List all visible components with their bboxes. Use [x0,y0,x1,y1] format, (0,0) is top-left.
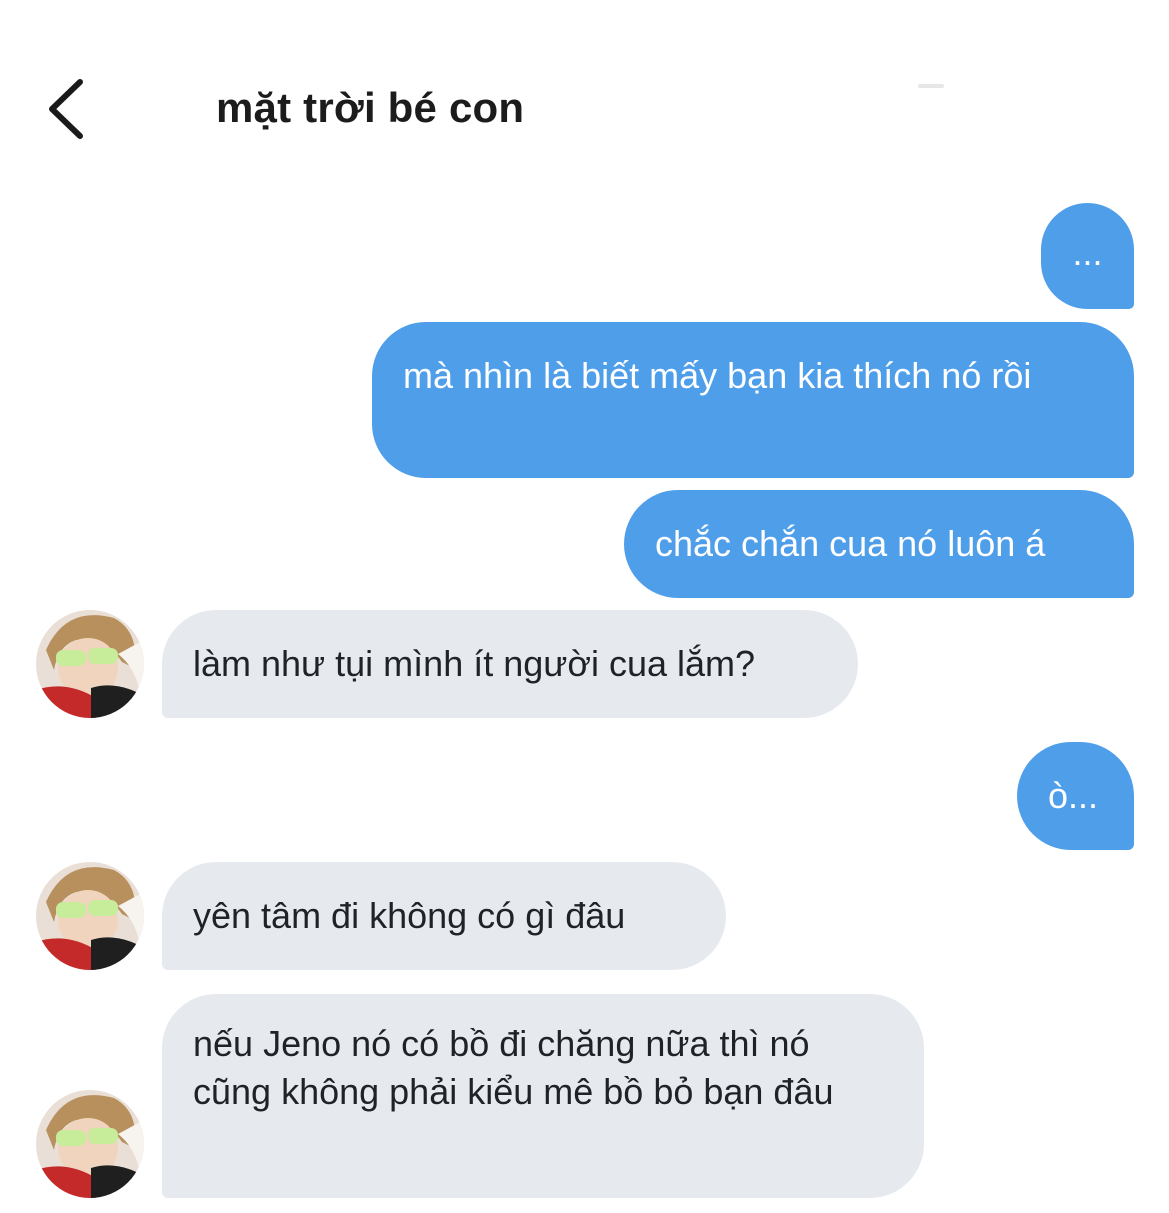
avatar-photo [36,610,144,718]
message-bubble-sent[interactable]: chắc chắn cua nó luôn á [624,490,1134,598]
avatar-photo [36,862,144,970]
conversation-title[interactable]: mặt trời bé con [216,84,524,132]
contact-avatar[interactable] [36,862,144,970]
message-bubble-sent[interactable]: mà nhìn là biết mấy bạn kia thích nó rồi [372,322,1134,478]
chat-header: mặt trời bé con [0,0,1169,180]
message-bubble-received[interactable]: yên tâm đi không có gì đâu [162,862,726,970]
avatar-photo [36,1090,144,1198]
message-bubble-sent[interactable]: ... [1041,203,1134,309]
chevron-left-icon [49,79,83,139]
message-bubble-sent[interactable]: ò... [1017,742,1134,850]
back-button[interactable] [36,72,96,144]
contact-avatar[interactable] [36,1090,144,1198]
contact-avatar[interactable] [36,610,144,718]
message-bubble-received[interactable]: làm như tụi mình ít người cua lắm? [162,610,858,718]
header-divider-mark [918,84,944,88]
message-bubble-received[interactable]: nếu Jeno nó có bồ đi chăng nữa thì nó cũ… [162,994,924,1198]
